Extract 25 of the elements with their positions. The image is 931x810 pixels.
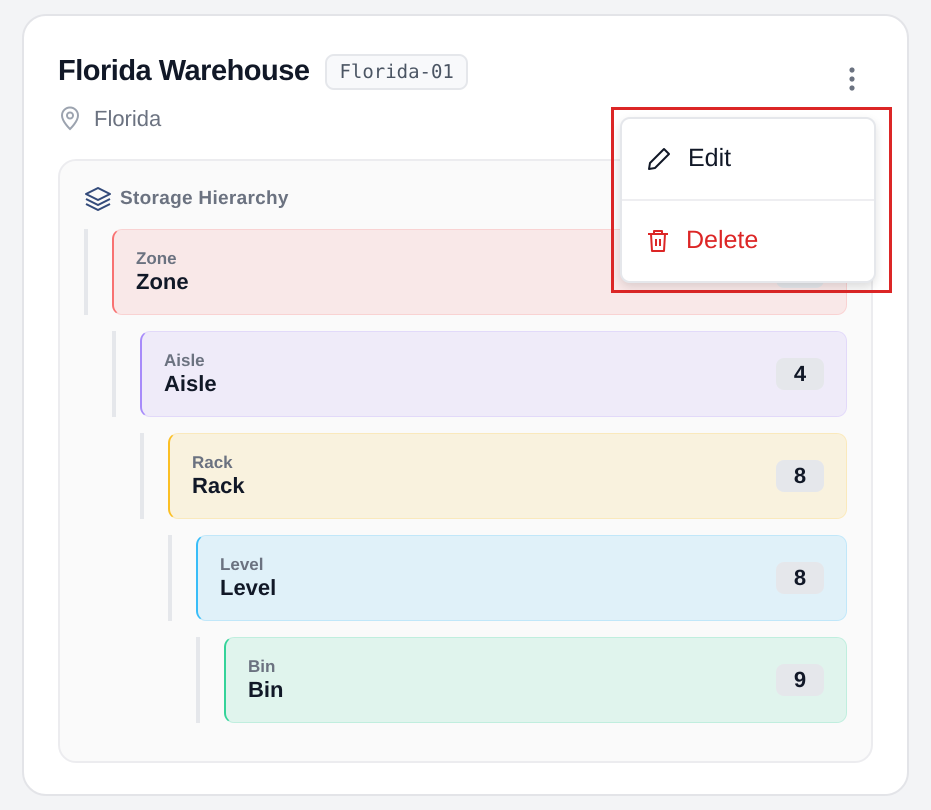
level-type: Bin [248,656,276,677]
level-type: Rack [192,452,234,473]
level-name: Bin [248,677,284,704]
level-type: Aisle [164,350,206,371]
level-name: Aisle [164,371,217,398]
count-badge: 4 [776,358,824,390]
warehouse-code: Florida-01 [325,54,468,90]
layers-icon [84,186,112,212]
level-name: Zone [136,269,189,296]
count-badge: 9 [776,664,824,696]
count-badge: 8 [776,562,824,594]
pencil-icon [646,146,672,172]
hierarchy-title: Storage Hierarchy [120,186,289,210]
trash-icon [646,228,670,254]
menu-item[interactable]: Edit [622,119,874,199]
count-badge: 8 [776,460,824,492]
warehouse-location: Florida [94,104,162,132]
level-name: Rack [192,473,245,500]
more-options-icon [849,66,855,92]
level-name: Level [220,575,276,602]
menu-item[interactable]: Delete [622,201,874,281]
warehouse-title: Florida Warehouse [58,54,310,89]
level-type: Zone [136,248,178,269]
level-type: Level [220,554,264,575]
location-pin-icon [58,105,82,131]
